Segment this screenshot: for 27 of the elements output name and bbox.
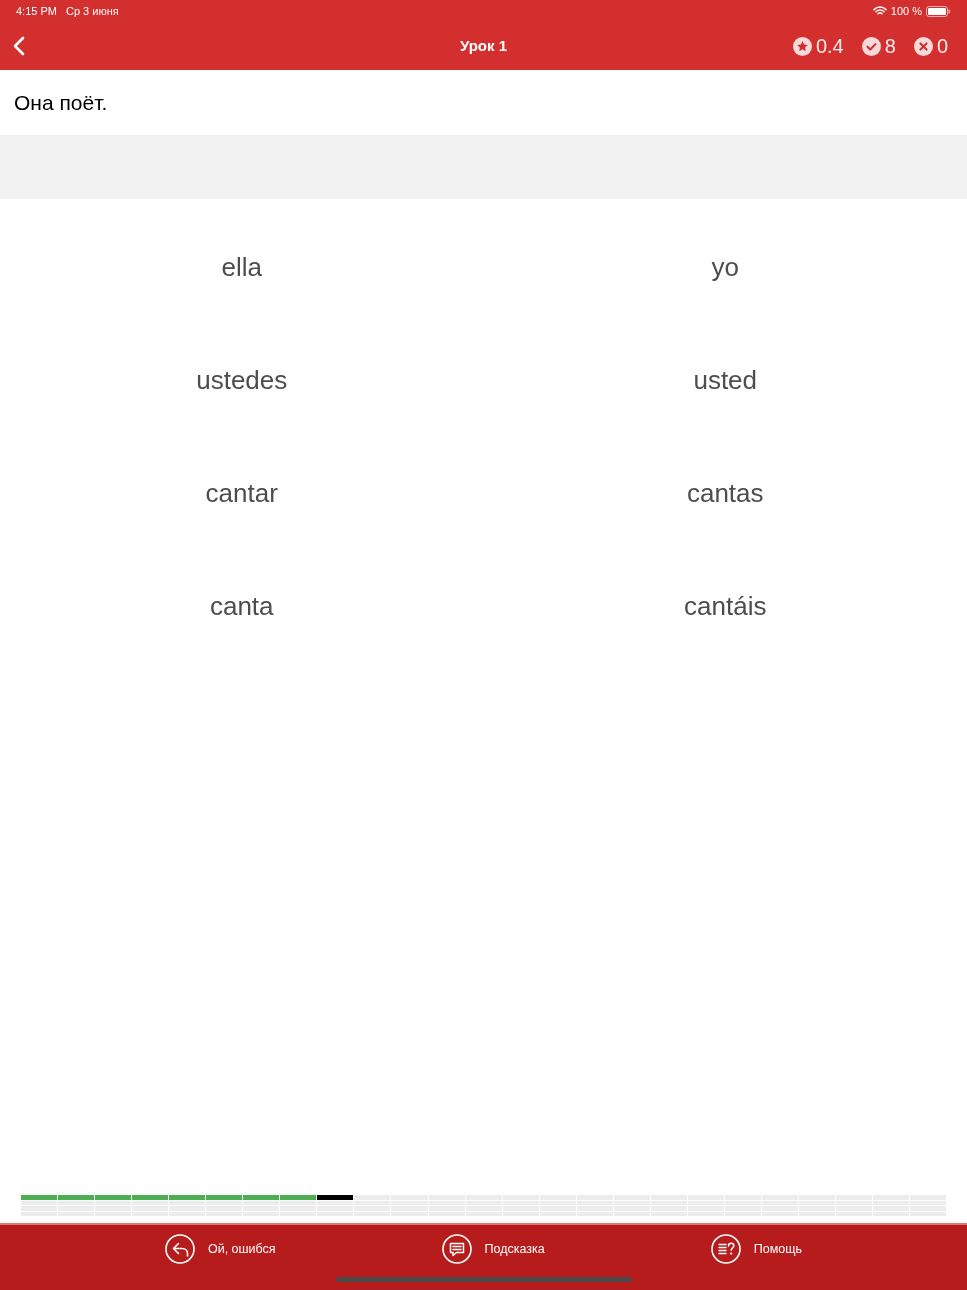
toolbar-button[interactable]: Помощь <box>710 1234 803 1264</box>
word-option[interactable]: ella <box>217 248 266 287</box>
stat-value: 0 <box>936 34 948 59</box>
wifi-icon <box>872 6 887 16</box>
stat-value: 0.4 <box>815 34 844 59</box>
prompt-sentence: Она поёт. <box>14 89 108 116</box>
check-icon <box>861 36 881 56</box>
status-date: Ср 3 июня <box>65 3 119 19</box>
battery-percent: 100 % <box>890 3 922 19</box>
toolbar-button[interactable]: Ой, ошибся <box>164 1234 276 1264</box>
back-chevron-icon <box>13 36 25 56</box>
word-option[interactable]: cantas <box>682 474 768 513</box>
word-option[interactable]: yo <box>707 248 743 287</box>
word-option[interactable]: canta <box>205 587 278 626</box>
help-icon <box>710 1234 741 1264</box>
word-option[interactable]: ustedes <box>192 361 292 400</box>
speech-bubble-icon <box>441 1234 472 1264</box>
lesson-title: Урок 1 <box>459 35 508 56</box>
status-time: 4:15 PM <box>16 3 57 19</box>
back-button[interactable] <box>11 35 27 57</box>
battery-icon <box>926 5 951 17</box>
word-option[interactable]: cantar <box>201 474 282 513</box>
stat-value: 8 <box>884 34 896 59</box>
word-option[interactable]: cantáis <box>680 587 771 626</box>
toolbar-button[interactable]: Подсказка <box>441 1234 545 1264</box>
cross-icon <box>913 36 933 56</box>
word-option[interactable]: usted <box>689 361 762 400</box>
